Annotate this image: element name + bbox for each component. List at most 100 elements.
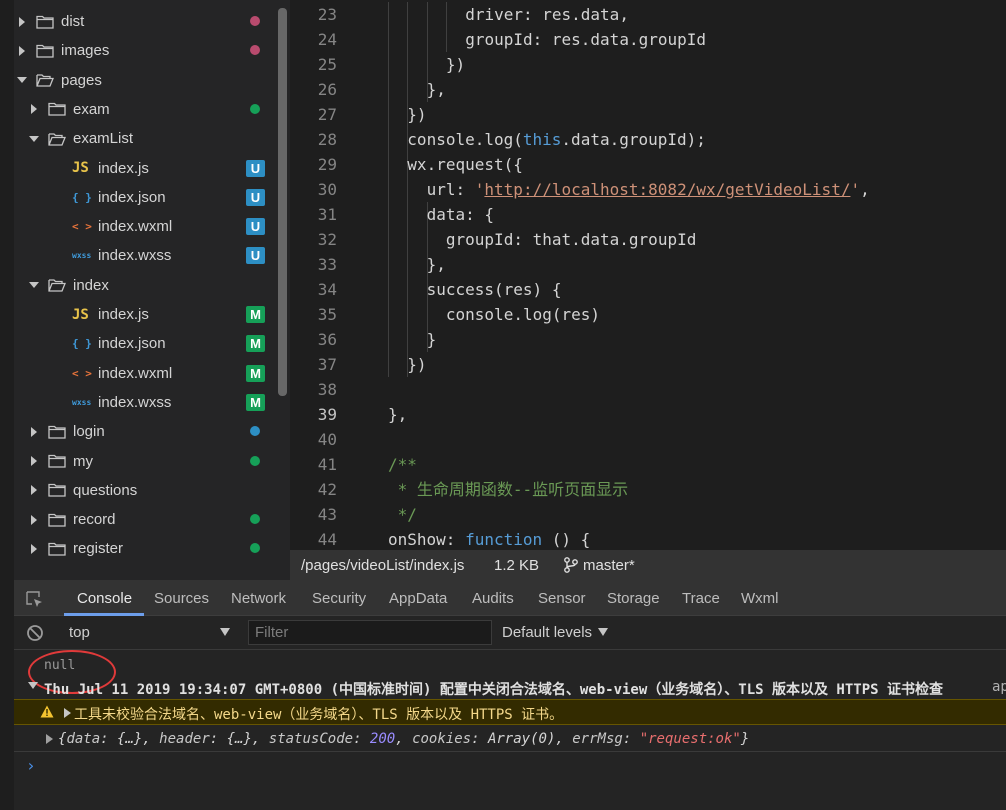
code-line[interactable]: 26},	[290, 77, 1006, 102]
code-text: })	[407, 105, 427, 124]
code-line[interactable]: 40	[290, 427, 1006, 452]
chevron-right-icon[interactable]	[28, 543, 40, 555]
chevron-down-icon[interactable]	[220, 628, 230, 636]
console-group-header[interactable]: Thu Jul 11 2019 19:34:07 GMT+0800 (中国标准时…	[14, 676, 1006, 698]
tree-item[interactable]: < > index.wxml U	[0, 212, 278, 241]
status-file-path[interactable]: /pages/videoList/index.js	[301, 557, 464, 574]
tree-item[interactable]: login	[0, 417, 278, 446]
code-line[interactable]: 37})	[290, 352, 1006, 377]
folder-icon	[36, 44, 54, 58]
tab-appdata[interactable]: AppData	[389, 590, 447, 607]
tree-item-label: dist	[61, 13, 85, 30]
code-line[interactable]: 44 onShow: function () {	[290, 527, 1006, 550]
code-line[interactable]: 41 /**	[290, 452, 1006, 477]
tree-item-label: index.js	[98, 306, 149, 323]
chevron-down-icon[interactable]	[28, 133, 40, 145]
code-line[interactable]: 31 data: {	[290, 202, 1006, 227]
chevron-down-icon[interactable]	[598, 628, 608, 636]
expand-triangle-icon[interactable]	[64, 708, 71, 718]
tree-item[interactable]: { } index.json U	[0, 183, 278, 212]
tree-item[interactable]: questions	[0, 476, 278, 505]
context-select[interactable]: top	[69, 624, 90, 641]
chevron-down-icon[interactable]	[16, 74, 28, 86]
code-line[interactable]: 42 * 生命周期函数--监听页面显示	[290, 477, 1006, 502]
git-status-badge: U	[246, 188, 265, 206]
object-preview[interactable]: {data: {…}, header: {…}, statusCode: 200…	[58, 731, 749, 747]
tab-sensor[interactable]: Sensor	[538, 590, 586, 607]
tree-item[interactable]: images	[0, 36, 278, 65]
code-line[interactable]: 33},	[290, 252, 1006, 277]
git-status-badge: U	[246, 159, 265, 177]
line-number: 32	[317, 230, 337, 249]
tree-item[interactable]: dist	[0, 7, 278, 36]
tree-item[interactable]: examList	[0, 124, 278, 153]
expand-triangle-icon[interactable]	[46, 734, 53, 744]
tree-item-label: index.json	[98, 188, 166, 206]
chevron-right-icon[interactable]	[28, 514, 40, 526]
code-line[interactable]: 43 */	[290, 502, 1006, 527]
code-line[interactable]: 35 console.log(res)	[290, 302, 1006, 327]
tree-item[interactable]: my	[0, 447, 278, 476]
tree-item[interactable]: wxss index.wxss M	[0, 388, 278, 417]
status-branch[interactable]: master*	[583, 557, 635, 574]
code-line[interactable]: 32 groupId: that.data.groupId	[290, 227, 1006, 252]
chevron-right-icon[interactable]	[16, 16, 28, 28]
code-line[interactable]: 38	[290, 377, 1006, 402]
folder-icon	[48, 513, 66, 527]
sidebar-scrollbar[interactable]	[278, 8, 287, 396]
tree-item[interactable]: JS index.js U	[0, 154, 278, 183]
console-object-log[interactable]: {data: {…}, header: {…}, statusCode: 200…	[14, 728, 1006, 752]
tree-item[interactable]: exam	[0, 95, 278, 124]
tree-item[interactable]: wxss index.wxss U	[0, 241, 278, 270]
chevron-right-icon[interactable]	[28, 455, 40, 467]
console-prompt[interactable]: ›	[26, 756, 36, 775]
expand-triangle-icon[interactable]	[28, 682, 38, 689]
line-number: 29	[317, 155, 337, 174]
code-line[interactable]: 24 groupId: res.data.groupId	[290, 27, 1006, 52]
tree-item[interactable]: pages	[0, 66, 278, 95]
log-levels-select[interactable]: Default levels	[502, 624, 592, 641]
tab-security[interactable]: Security	[312, 590, 366, 607]
code-line[interactable]: 34 success(res) {	[290, 277, 1006, 302]
chevron-right-icon[interactable]	[28, 103, 40, 115]
tab-sources[interactable]: Sources	[154, 590, 209, 607]
tree-item[interactable]: index	[0, 271, 278, 300]
tree-item[interactable]: { } index.json M	[0, 329, 278, 358]
code-line[interactable]: 27})	[290, 102, 1006, 127]
tab-network[interactable]: Network	[231, 590, 286, 607]
code-line[interactable]: 36}	[290, 327, 1006, 352]
folder-icon	[48, 454, 66, 468]
git-status-dot	[250, 45, 260, 56]
tree-item[interactable]: < > index.wxml M	[0, 359, 278, 388]
code-line[interactable]: 39},	[290, 402, 1006, 427]
git-status-dot	[250, 103, 260, 114]
chevron-right-icon[interactable]	[28, 426, 40, 438]
tree-item-label: index	[73, 276, 109, 294]
chevron-right-icon[interactable]	[28, 484, 40, 496]
inspect-element-icon[interactable]	[26, 591, 44, 614]
console-source-link[interactable]: ap	[992, 679, 1006, 695]
chevron-down-icon[interactable]	[28, 279, 40, 291]
git-status-badge: M	[246, 306, 265, 323]
tab-console[interactable]: Console	[77, 590, 132, 607]
tree-item[interactable]: register	[0, 534, 278, 563]
filter-input[interactable]	[248, 620, 492, 645]
tree-item[interactable]: JS index.js M	[0, 300, 278, 329]
tree-item[interactable]: record	[0, 505, 278, 534]
chevron-right-icon[interactable]	[16, 45, 28, 57]
code-line[interactable]: 25})	[290, 52, 1006, 77]
tab-storage[interactable]: Storage	[607, 590, 660, 607]
js-file-icon: JS	[72, 306, 89, 323]
tab-audits[interactable]: Audits	[472, 590, 514, 607]
code-line[interactable]: 29 wx.request({	[290, 152, 1006, 177]
clear-console-icon[interactable]	[26, 624, 44, 647]
console-warning[interactable]: 工具未校验合法域名、web-view（业务域名）、TLS 版本以及 HTTPS …	[14, 699, 1006, 725]
tab-trace[interactable]: Trace	[682, 590, 720, 607]
code-editor[interactable]: 23 driver: res.data, 24 groupId: res.data.g…	[290, 0, 1006, 550]
code-line[interactable]: 30 url: 'http://localhost:8082/wx/getVide…	[290, 177, 1006, 202]
code-line[interactable]: 23 driver: res.data,	[290, 2, 1006, 27]
code-line[interactable]: 28 console.log(this.data.groupId);	[290, 127, 1006, 152]
line-number: 24	[317, 30, 337, 49]
line-number: 35	[317, 305, 337, 324]
tab-wxml[interactable]: Wxml	[741, 590, 779, 607]
